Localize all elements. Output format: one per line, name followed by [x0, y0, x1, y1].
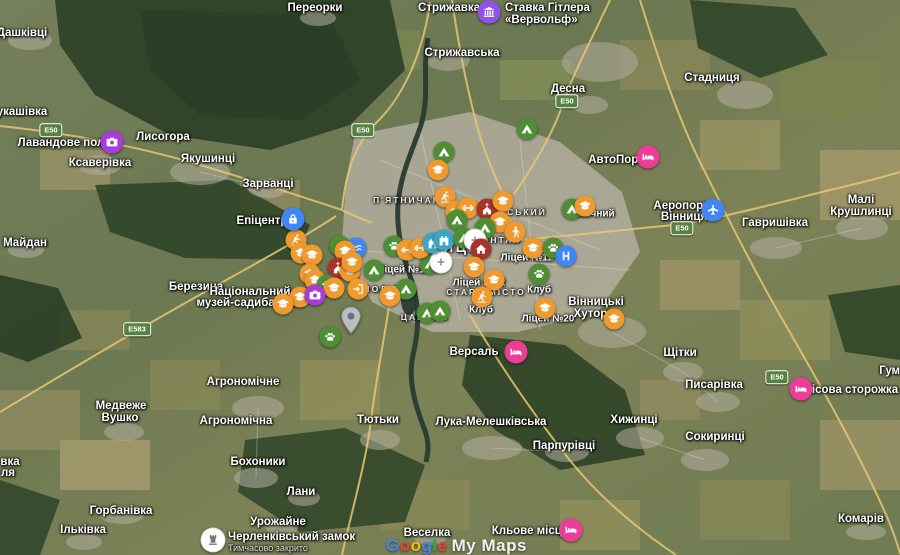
- map-label: Бохоники: [231, 456, 286, 468]
- map-label: Сокиринці: [685, 431, 744, 443]
- map-label: Горбанівка: [90, 505, 153, 517]
- marker-paw-icon[interactable]: [529, 264, 550, 285]
- map-label: Переорки: [288, 2, 343, 14]
- airport-vinnytsia-marker-plane-icon[interactable]: [702, 199, 725, 222]
- forest-lodge-marker-bed-icon[interactable]: [790, 378, 813, 401]
- marker-school-icon[interactable]: [302, 245, 323, 266]
- map-label: Якушинці: [181, 153, 235, 165]
- marker-walker-icon[interactable]: [505, 222, 526, 243]
- cherlenkiv-castle-marker-rook-icon[interactable]: [201, 528, 226, 553]
- marker-skater-icon[interactable]: [472, 287, 493, 308]
- map-label: Майдан: [3, 237, 47, 249]
- poi-status-closed: Тимчасово закрито: [228, 543, 308, 553]
- werwolf-marker-museum-icon[interactable]: [478, 1, 501, 24]
- google-logo-letter: g: [422, 536, 433, 555]
- map-label: Десна: [551, 83, 585, 95]
- dropped-pin-marker-pin-icon[interactable]: [341, 306, 362, 334]
- marker-tent-icon[interactable]: [517, 119, 538, 140]
- route-badge-E50: E50: [670, 221, 693, 235]
- my-maps-label: My Maps: [452, 536, 527, 555]
- marker-paw-icon[interactable]: [320, 327, 341, 348]
- poi-label-werwolf[interactable]: «Вервольф»: [505, 14, 578, 26]
- map-label: Лукашівка: [0, 106, 47, 118]
- map-label: Хижинці: [610, 414, 657, 426]
- google-logo-letter: o: [400, 536, 411, 555]
- marker-tent-icon[interactable]: [430, 301, 451, 322]
- marker-school-icon[interactable]: [428, 160, 449, 181]
- marker-school-icon[interactable]: [324, 278, 345, 299]
- map-label: Вінницькі: [568, 296, 624, 308]
- route-badge-E50: E50: [555, 94, 578, 108]
- route-badge-E583: E583: [123, 322, 151, 336]
- epicentr-marker-lock-icon[interactable]: [282, 208, 305, 231]
- google-my-maps-watermark: GoogleMy Maps: [386, 536, 527, 555]
- marker-school-icon[interactable]: [493, 191, 514, 212]
- map-label: Комарів: [838, 513, 884, 525]
- map-label: Клуб: [527, 285, 551, 296]
- map-label: Парпурівці: [533, 440, 595, 452]
- google-logo: Google: [386, 536, 448, 555]
- marker-school-icon[interactable]: [604, 309, 625, 330]
- map-label: Вушко: [102, 412, 139, 424]
- marker-hospital-icon[interactable]: [556, 246, 577, 267]
- google-logo-letter: e: [438, 536, 448, 555]
- map-label: Ксаверівка: [69, 157, 132, 169]
- map-label: Дашківці: [0, 27, 47, 39]
- map-canvas[interactable]: Дашківці Переорки Стрижавка Ставка Гітлера«…: [0, 0, 900, 555]
- marker-school-icon[interactable]: [342, 252, 363, 273]
- google-logo-letter: G: [386, 536, 400, 555]
- poi-label-werwolf[interactable]: Ставка Гітлера: [505, 2, 590, 14]
- poi-label-epicentr[interactable]: Епіцентр: [237, 215, 288, 227]
- marker-exit-icon[interactable]: [348, 279, 369, 300]
- marker-school-icon[interactable]: [575, 196, 596, 217]
- marker-castle-icon[interactable]: [434, 230, 455, 251]
- map-label: Тютьки: [357, 414, 399, 426]
- map-label: Агрономічне: [207, 376, 280, 388]
- map-label: Писарівка: [685, 379, 743, 391]
- map-label: Ліцей №1: [377, 265, 424, 276]
- marker-tent-icon[interactable]: [364, 260, 385, 281]
- map-label: СЬКИЙ: [507, 207, 547, 217]
- versal-marker-bed-icon[interactable]: [505, 341, 528, 364]
- marker-school-icon[interactable]: [535, 298, 556, 319]
- lavender-field-marker-camera-icon[interactable]: [101, 131, 124, 154]
- marker-school-icon[interactable]: [523, 238, 544, 259]
- route-badge-E50: E50: [765, 370, 788, 384]
- poi-label-versal[interactable]: Версаль: [449, 346, 498, 358]
- fishing-spot-marker-bed-icon[interactable]: [560, 519, 583, 542]
- marker-school-icon[interactable]: [273, 294, 294, 315]
- map-label: Зарванці: [242, 178, 293, 190]
- satellite-terrain: [0, 0, 900, 555]
- route-badge-E50: E50: [39, 123, 62, 137]
- map-label: Гавришівка: [742, 217, 808, 229]
- map-label: Стрижавська: [424, 47, 499, 59]
- marker-school-icon[interactable]: [464, 257, 485, 278]
- route-badge-E50: E50: [351, 123, 374, 137]
- map-label: ля: [1, 467, 15, 479]
- map-label: Гуменне: [879, 365, 900, 377]
- poi-label-autoport[interactable]: АвтоПорт: [588, 154, 644, 166]
- map-label: Ільківка: [60, 524, 106, 536]
- poi-label-lavender-field[interactable]: Лавандове поле: [17, 137, 110, 149]
- poi-label-cherlenkiv-castle[interactable]: Черленківський замок: [228, 531, 355, 543]
- map-label: Лука-Мелешківська: [436, 416, 547, 428]
- map-label: Крушлинці: [830, 206, 891, 218]
- map-label: Урожайне: [250, 516, 306, 528]
- map-label: Лисогора: [136, 131, 190, 143]
- marker-camera-icon[interactable]: [305, 285, 326, 306]
- marker-school-icon[interactable]: [380, 286, 401, 307]
- map-label: Стрижавка: [418, 2, 480, 14]
- map-label: Стадниця: [684, 72, 739, 84]
- poi-label-forest-lodge[interactable]: Лісова сторожка: [804, 384, 898, 396]
- map-label: Малі: [848, 194, 875, 206]
- google-logo-letter: o: [411, 536, 422, 555]
- autoport-marker-bed-icon[interactable]: [637, 146, 660, 169]
- marker-plus-icon[interactable]: [430, 251, 453, 274]
- map-label: Агрономічна: [200, 415, 273, 427]
- map-label: Медвеже: [96, 400, 147, 412]
- map-label: Лани: [287, 486, 316, 498]
- map-label: Щітки: [663, 347, 696, 359]
